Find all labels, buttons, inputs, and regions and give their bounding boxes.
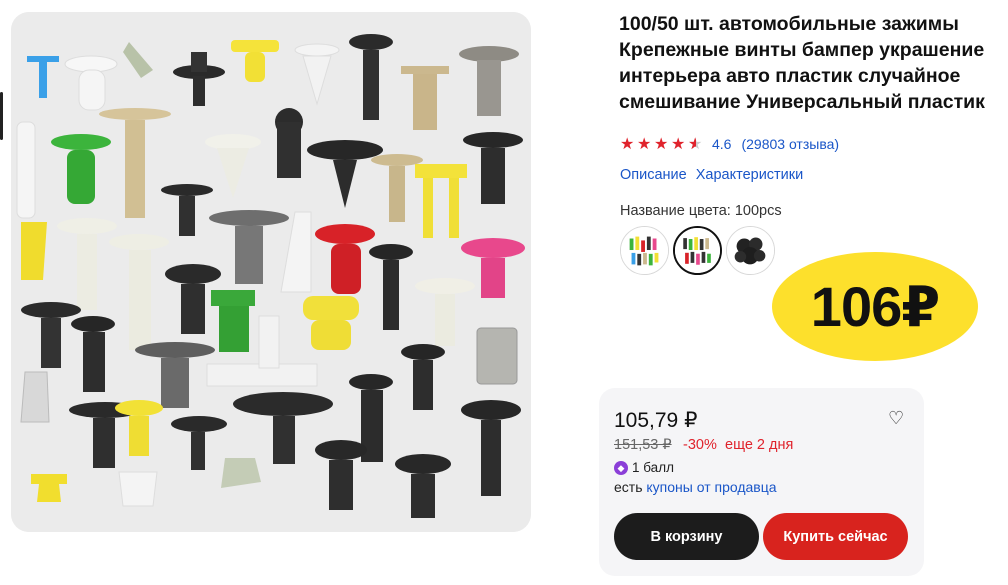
car-clips-photo (11, 12, 531, 532)
reviews-link[interactable]: (29803 отзыва) (741, 136, 839, 152)
buy-now-button[interactable]: Купить сейчас (763, 513, 908, 560)
rating-value[interactable]: 4.6 (712, 136, 731, 152)
bonus-points: ◆ 1 балл (614, 460, 674, 475)
star-icon: ★ (671, 135, 686, 153)
product-image[interactable] (11, 12, 531, 532)
bonus-diamond-icon: ◆ (614, 460, 628, 475)
add-to-cart-button[interactable]: В корзину (614, 513, 759, 560)
specs-link[interactable]: Характеристики (696, 167, 804, 183)
discount-timer: еще 2 дня (725, 437, 794, 453)
swatch-mixed-colors[interactable] (620, 226, 669, 275)
clip-black-3 (275, 108, 303, 178)
current-price: 105,79 ₽ (614, 409, 698, 432)
star-icon: ★ (654, 135, 669, 153)
rating-stars: ★ ★ ★ ★ ★ (620, 135, 703, 153)
color-swatches (620, 226, 775, 275)
star-half-icon: ★ (688, 136, 703, 152)
star-icon: ★ (620, 135, 635, 153)
product-title: 100/50 шт. автомобильные зажимы Крепежны… (619, 13, 985, 113)
mixed-clips-thumb (621, 227, 668, 274)
coupons-line: есть купоны от продавца (614, 479, 777, 495)
discount-percent: -30% (683, 437, 717, 453)
color-label: Название цвета: 100pcs (620, 203, 782, 219)
swatch-black[interactable] (726, 226, 775, 275)
buy-card: 105,79 ₽ ♡ 151,53 ₽ -30% еще 2 дня ◆ 1 б… (599, 388, 924, 576)
black-clips-thumb (727, 227, 774, 274)
points-label: 1 балл (632, 460, 674, 475)
coupons-prefix: есть (614, 479, 643, 495)
swatch-mixed-colors-selected[interactable] (673, 226, 722, 275)
mixed-clips-thumb-alt (675, 228, 720, 273)
description-link[interactable]: Описание (620, 167, 687, 183)
product-section-links: Описание Характеристики (620, 167, 803, 183)
seller-coupons-link[interactable]: купоны от продавца (646, 479, 776, 495)
scroll-indicator (0, 92, 3, 140)
star-icon: ★ (637, 135, 652, 153)
price-badge: 106₽ (772, 252, 978, 361)
rating-row: ★ ★ ★ ★ ★ 4.6 (29803 отзыва) (620, 136, 839, 152)
old-price: 151,53 ₽ (614, 437, 672, 453)
heart-icon[interactable]: ♡ (888, 408, 904, 429)
